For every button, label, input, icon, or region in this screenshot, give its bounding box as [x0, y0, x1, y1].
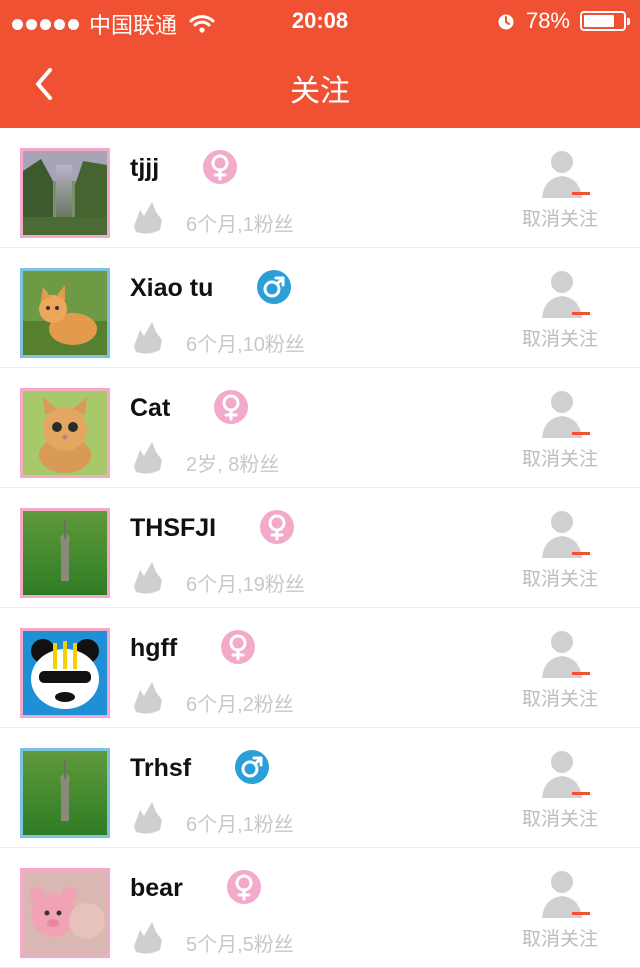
navigation-bar: 关注 [0, 40, 640, 128]
gender-badge [260, 510, 294, 544]
follow-list-item[interactable]: Trhsf 6个月,1粉丝 取消关注 [0, 728, 640, 848]
pet-age-fans: 5个月,5粉丝 [186, 934, 294, 956]
unfollow-button[interactable]: 取消关注 [510, 146, 610, 238]
unfollow-button[interactable]: 取消关注 [510, 506, 610, 598]
unfollow-button[interactable]: 取消关注 [510, 386, 610, 478]
unfollow-button[interactable]: 取消关注 [510, 866, 610, 958]
gender-badge [214, 390, 248, 424]
female-gender-icon [268, 514, 286, 541]
avatar[interactable] [20, 388, 110, 478]
unfollow-person-icon [538, 866, 594, 922]
status-bar: 中国联通 20:08 78% [0, 0, 640, 40]
gender-badge [203, 150, 237, 184]
gender-badge [221, 630, 255, 664]
user-name: tjjj [130, 154, 160, 182]
female-gender-icon [235, 874, 253, 901]
unfollow-person-icon [538, 746, 594, 802]
unfollow-label: 取消关注 [521, 689, 598, 710]
alarm-icon [498, 14, 514, 30]
unfollow-label: 取消关注 [521, 569, 598, 590]
male-gender-icon [241, 756, 263, 778]
unfollow-person-icon [538, 506, 594, 562]
user-name: Trhsf [130, 754, 192, 782]
unfollow-person-icon [538, 266, 594, 322]
user-name: Cat [130, 394, 171, 422]
unfollow-person-icon [538, 386, 594, 442]
pet-icon [128, 796, 168, 836]
female-gender-icon [211, 154, 229, 181]
pet-icon [128, 316, 168, 356]
pet-icon [128, 676, 168, 716]
pet-icon [128, 556, 168, 596]
user-name: THSFJI [130, 514, 217, 542]
unfollow-button[interactable]: 取消关注 [510, 746, 610, 838]
avatar[interactable] [20, 508, 110, 598]
pet-age-fans: 6个月,1粉丝 [186, 814, 294, 836]
follow-list-item[interactable]: Xiao tu 6个月,10粉丝 取消关注 [0, 248, 640, 368]
follow-list-item[interactable]: Cat 2岁, 8粉丝 取消关注 [0, 368, 640, 488]
avatar[interactable] [20, 748, 110, 838]
battery-percent: 78% [525, 8, 570, 33]
avatar[interactable] [20, 628, 110, 718]
follow-list-item[interactable]: bear 5个月,5粉丝 取消关注 [0, 848, 640, 968]
app-header: 中国联通 20:08 78% 关注 [0, 0, 640, 128]
pet-age-fans: 6个月,19粉丝 [186, 574, 305, 596]
pet-age-fans: 6个月,1粉丝 [186, 214, 294, 236]
female-gender-icon [229, 634, 247, 661]
user-name: bear [130, 874, 183, 902]
male-gender-icon [263, 276, 285, 298]
unfollow-label: 取消关注 [521, 329, 598, 350]
page-title: 关注 [290, 75, 350, 108]
follow-list-item[interactable]: tjjj 6个月,1粉丝 取消关注 [0, 128, 640, 248]
gender-badge [227, 870, 261, 904]
female-gender-icon [222, 394, 240, 421]
pet-age-fans: 2岁, 8粉丝 [186, 454, 280, 476]
pet-icon [128, 436, 168, 476]
unfollow-label: 取消关注 [521, 809, 598, 830]
follow-list-item[interactable]: THSFJI 6个月,19粉丝 取消关注 [0, 488, 640, 608]
follow-list: tjjj 6个月,1粉丝 取消关注 Xiao tu 6个月,10粉丝 取消关注 Cat 2岁,… [0, 128, 640, 968]
avatar[interactable] [20, 868, 110, 958]
unfollow-label: 取消关注 [521, 449, 598, 470]
user-name: Xiao tu [130, 274, 214, 302]
follow-list-item[interactable]: hgff 6个月,2粉丝 取消关注 [0, 608, 640, 728]
pet-icon [128, 196, 168, 236]
unfollow-person-icon [538, 626, 594, 682]
avatar[interactable] [20, 268, 110, 358]
pet-age-fans: 6个月,2粉丝 [186, 694, 294, 716]
pet-icon [128, 916, 168, 956]
avatar[interactable] [20, 148, 110, 238]
pet-age-fans: 6个月,10粉丝 [186, 334, 305, 356]
unfollow-label: 取消关注 [521, 209, 598, 230]
unfollow-label: 取消关注 [521, 929, 598, 950]
unfollow-button[interactable]: 取消关注 [510, 266, 610, 358]
battery-icon [580, 11, 630, 31]
gender-badge [235, 750, 269, 784]
unfollow-button[interactable]: 取消关注 [510, 626, 610, 718]
user-name: hgff [130, 634, 178, 662]
gender-badge [257, 270, 291, 304]
unfollow-person-icon [538, 146, 594, 202]
